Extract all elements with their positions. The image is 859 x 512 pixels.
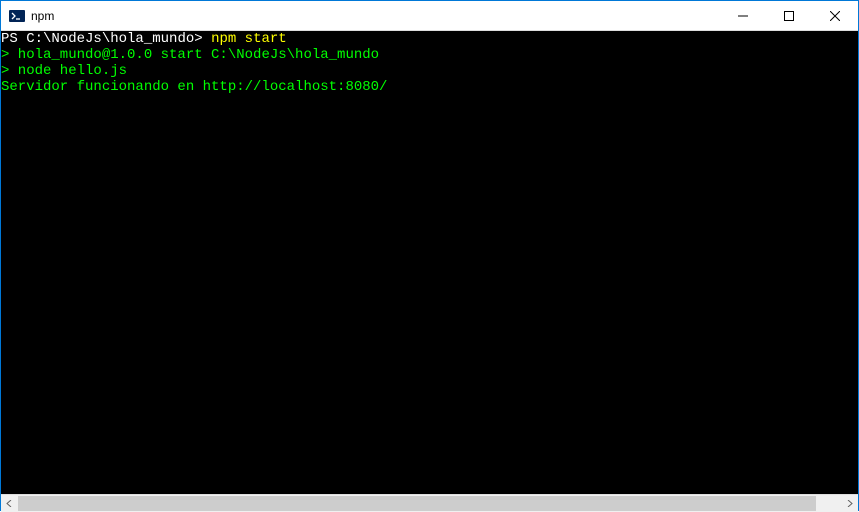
window-controls xyxy=(720,1,858,30)
typed-command: npm start xyxy=(211,31,287,47)
output-line: > hola_mundo@1.0.0 start C:\NodeJs\hola_… xyxy=(1,47,858,63)
terminal[interactable]: PS C:\NodeJs\hola_mundo> npm start > hol… xyxy=(1,31,858,494)
powershell-icon xyxy=(9,8,25,24)
maximize-button[interactable] xyxy=(766,1,812,30)
scroll-right-arrow[interactable] xyxy=(841,495,858,512)
minimize-icon xyxy=(738,11,748,21)
scroll-thumb[interactable] xyxy=(18,496,816,511)
prompt-line: PS C:\NodeJs\hola_mundo> npm start xyxy=(1,31,858,47)
maximize-icon xyxy=(784,11,794,21)
prompt-path: C:\NodeJs\hola_mundo xyxy=(26,31,194,47)
close-button[interactable] xyxy=(812,1,858,30)
window-title: npm xyxy=(31,9,720,23)
output-line: Servidor funcionando en http://localhost… xyxy=(1,79,858,95)
prompt-suffix: > xyxy=(194,31,211,47)
horizontal-scrollbar[interactable] xyxy=(1,494,858,511)
output-line: > node hello.js xyxy=(1,63,858,79)
scroll-left-arrow[interactable] xyxy=(1,495,18,512)
titlebar: npm xyxy=(1,1,858,31)
minimize-button[interactable] xyxy=(720,1,766,30)
chevron-left-icon xyxy=(6,500,13,507)
scroll-track[interactable] xyxy=(18,495,841,512)
chevron-right-icon xyxy=(846,500,853,507)
prompt-prefix: PS xyxy=(1,31,26,47)
close-icon xyxy=(830,11,840,21)
